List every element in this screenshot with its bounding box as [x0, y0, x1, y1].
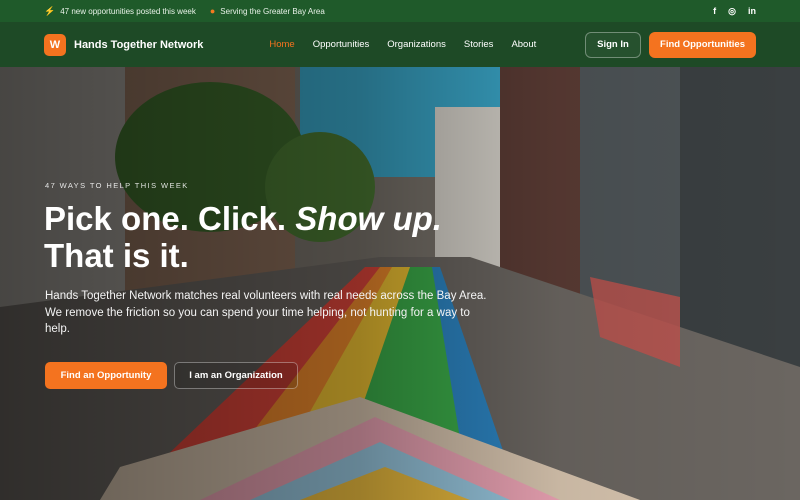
bolt-icon: ⚡ [44, 5, 56, 16]
hero-title-part-1: Pick one. Click. [44, 200, 287, 237]
instagram-icon[interactable]: ◎ [728, 6, 736, 17]
location-text: Serving the Greater Bay Area [220, 6, 325, 16]
hero-eyebrow: 47 WAYS TO HELP THIS WEEK [45, 181, 189, 190]
nav-link-organizations[interactable]: Organizations [387, 39, 446, 50]
brand-name[interactable]: Hands Together Network [74, 39, 203, 51]
nav-link-home[interactable]: Home [269, 39, 294, 50]
find-opportunities-button[interactable]: Find Opportunities [649, 31, 756, 58]
top-utility-bar: ⚡ 47 new opportunities posted this week … [0, 0, 800, 22]
nav-link-about[interactable]: About [511, 39, 536, 50]
hero-subtitle: Hands Together Network matches real volu… [45, 290, 487, 335]
i-am-an-organization-button[interactable]: I am an Organization [174, 362, 298, 389]
nav-link-opportunities[interactable]: Opportunities [313, 39, 370, 50]
announcement: ⚡ 47 new opportunities posted this week [44, 6, 196, 17]
hero-title: Pick one. Click. Show up. That is it. [44, 200, 484, 274]
find-an-opportunity-button[interactable]: Find an Opportunity [45, 362, 167, 389]
social-links: f ◎ in [713, 6, 756, 17]
map-pin-icon: ● [209, 6, 216, 16]
hero-title-part-2: That is it. [44, 237, 189, 274]
sign-in-button[interactable]: Sign In [585, 31, 641, 58]
hero-section [0, 67, 800, 500]
announcement-text: 47 new opportunities posted this week [60, 6, 196, 16]
main-nav: W Hands Together Network Home Opportunit… [0, 22, 800, 67]
hero-title-emphasis: Show up. [295, 200, 442, 237]
facebook-icon[interactable]: f [713, 6, 716, 17]
location: ● Serving the Greater Bay Area [210, 6, 325, 16]
logo-icon[interactable]: W [44, 33, 66, 56]
linkedin-icon[interactable]: in [748, 6, 756, 17]
hero-overlay [0, 67, 800, 500]
nav-links: Home Opportunities Organizations Stories… [269, 39, 536, 50]
nav-link-stories[interactable]: Stories [464, 39, 494, 50]
